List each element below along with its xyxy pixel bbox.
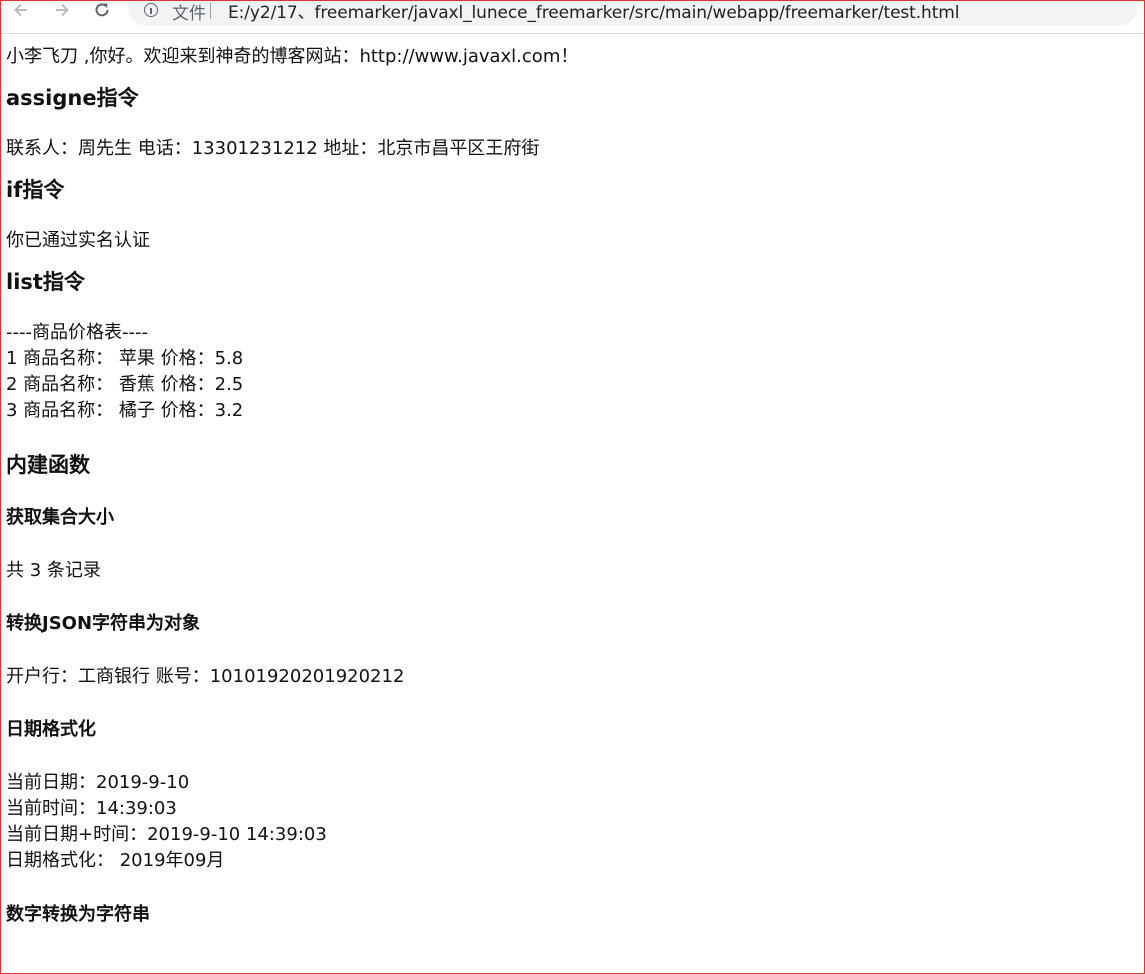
forward-button[interactable] bbox=[49, 0, 75, 23]
greeting-text: 小李飞刀 ,你好。欢迎来到神奇的博客网站：http://www.javaxl.c… bbox=[6, 46, 579, 67]
browser-toolbar: 文件 E:/y2/17、freemarker/javaxl_lunece_fre… bbox=[0, 0, 1145, 34]
price-list: ----商品价格表---- 1 商品名称： 苹果 价格：5.8 2 商品名称： … bbox=[6, 320, 1126, 424]
date-line: 当前日期：2019-9-10 bbox=[6, 772, 190, 793]
url-text[interactable]: E:/y2/17、freemarker/javaxl_lunece_freema… bbox=[228, 0, 959, 23]
date-lines: 当前日期：2019-9-10 当前时间：14:39:03 当前日期+时间：201… bbox=[6, 770, 1126, 874]
price-list-title: ----商品价格表---- bbox=[6, 322, 148, 343]
date-line: 当前时间：14:39:03 bbox=[6, 798, 177, 819]
arrow-right-icon bbox=[56, 3, 69, 17]
divider bbox=[210, 3, 211, 19]
assign-heading: assigne指令 bbox=[6, 86, 139, 110]
address-bar[interactable]: 文件 E:/y2/17、freemarker/javaxl_lunece_fre… bbox=[128, 0, 1138, 26]
if-heading: if指令 bbox=[6, 178, 65, 202]
date-line: 日期格式化： 2019年09月 bbox=[6, 850, 225, 871]
arrow-left-icon bbox=[14, 3, 27, 17]
date-line: 当前日期+时间：2019-9-10 14:39:03 bbox=[6, 824, 327, 845]
verified-text: 你已通过实名认证 bbox=[6, 230, 150, 251]
reload-button[interactable] bbox=[89, 0, 115, 23]
list-heading: list指令 bbox=[6, 270, 85, 294]
size-heading: 获取集合大小 bbox=[6, 507, 114, 528]
page-content: 小李飞刀 ,你好。欢迎来到神奇的博客网站：http://www.javaxl.c… bbox=[6, 44, 1126, 928]
info-icon[interactable] bbox=[144, 3, 158, 17]
reload-icon bbox=[95, 3, 109, 17]
builtin-heading: 内建函数 bbox=[6, 453, 90, 477]
json-heading: 转换JSON字符串为对象 bbox=[6, 613, 201, 634]
number-heading: 数字转换为字符串 bbox=[6, 904, 150, 925]
list-item: 2 商品名称： 香蕉 价格：2.5 bbox=[6, 374, 244, 395]
back-button[interactable] bbox=[8, 0, 34, 23]
contact-text: 联系人：周先生 电话：13301231212 地址：北京市昌平区王府街 bbox=[6, 138, 540, 159]
size-text: 共 3 条记录 bbox=[6, 560, 101, 581]
date-heading: 日期格式化 bbox=[6, 719, 96, 740]
scheme-label: 文件 bbox=[172, 4, 206, 24]
list-item: 1 商品名称： 苹果 价格：5.8 bbox=[6, 348, 244, 369]
list-item: 3 商品名称： 橘子 价格：3.2 bbox=[6, 400, 244, 421]
bank-text: 开户行：工商银行 账号：10101920201920212 bbox=[6, 666, 405, 687]
